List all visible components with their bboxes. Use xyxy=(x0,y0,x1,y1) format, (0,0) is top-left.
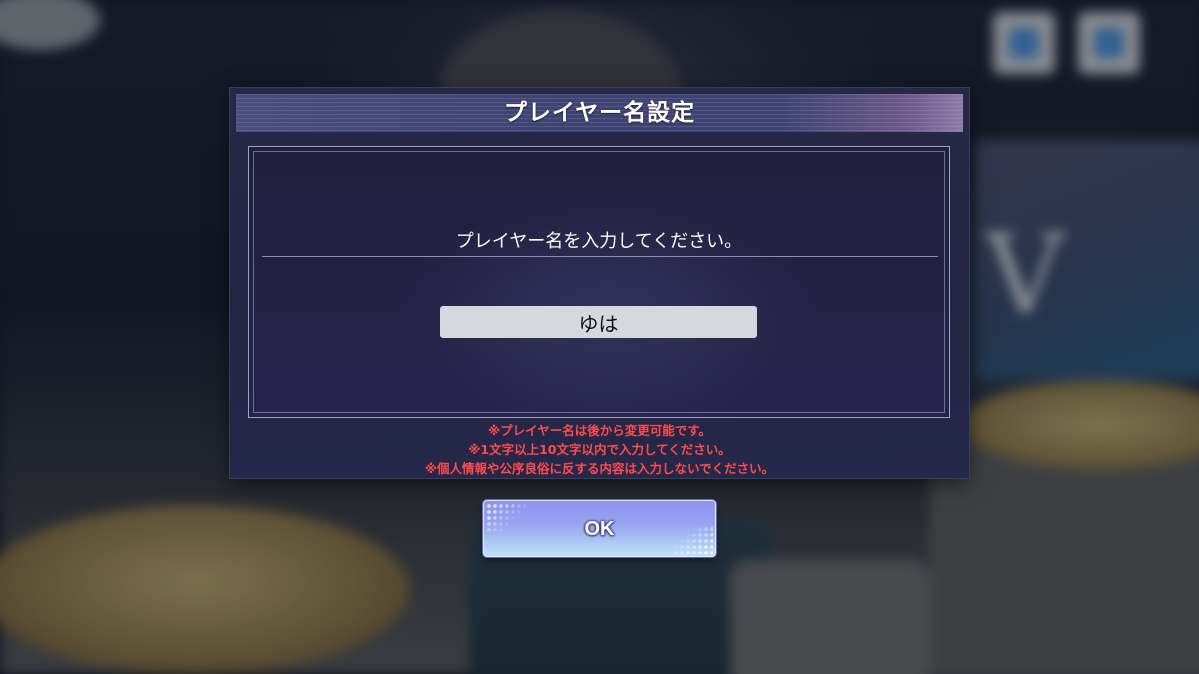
note-changeable-later: ※プレイヤー名は後から変更可能です。 xyxy=(487,423,712,438)
name-prompt-text: プレイヤー名を入力してください。 xyxy=(455,231,743,252)
dialog-title: プレイヤー名設定 xyxy=(503,100,696,126)
player-name-input[interactable] xyxy=(440,306,757,338)
ok-button-label: OK xyxy=(584,518,615,540)
dialog-title-bar: プレイヤー名設定 xyxy=(236,94,963,132)
note-length-limit: ※1文字以上10文字以内で入力してください。 xyxy=(468,442,731,457)
ok-button[interactable]: OK xyxy=(483,500,716,557)
game-screen: V プレイヤー名設定 プレイヤー名を入力してください。 ※プレイヤー名は後から変… xyxy=(0,0,1199,674)
dialog-content-inner-border xyxy=(253,151,945,413)
dialog-notes: ※プレイヤー名は後から変更可能です。 ※1文字以上10文字以内で入力してください… xyxy=(230,421,969,478)
note-content-policy: ※個人情報や公序良俗に反する内容は入力しないでください。 xyxy=(424,461,775,476)
dialog-content-frame: プレイヤー名を入力してください。 xyxy=(248,146,950,418)
content-divider xyxy=(262,256,938,257)
player-name-dialog: プレイヤー名設定 プレイヤー名を入力してください。 ※プレイヤー名は後から変更可… xyxy=(230,88,969,478)
